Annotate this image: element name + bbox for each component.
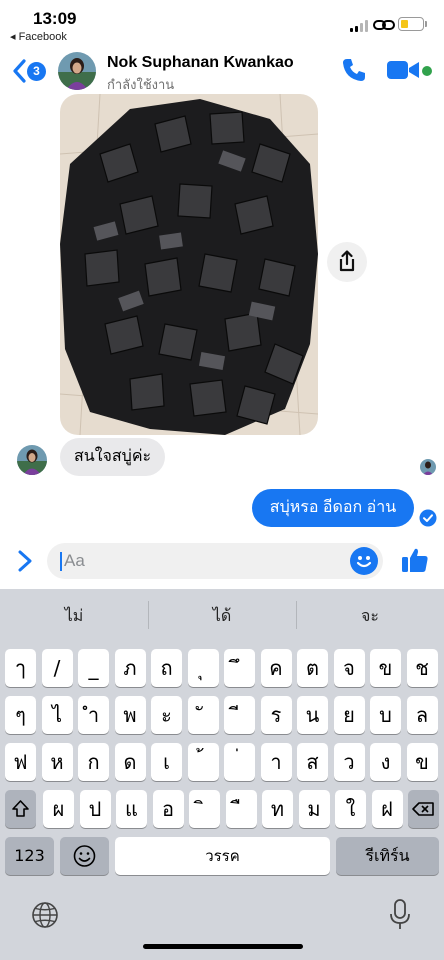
numbers-key[interactable]: 123 — [5, 837, 54, 875]
key-row4-6[interactable]: ื — [225, 790, 257, 828]
backspace-key[interactable] — [408, 790, 439, 828]
key-row3-7[interactable]: ่ — [224, 743, 255, 781]
key-row1-8[interactable]: ค — [260, 649, 292, 687]
key-row1-7[interactable]: ึ — [224, 649, 255, 687]
return-key[interactable]: รีเทิร์น — [336, 837, 439, 875]
key-row4-8[interactable]: ม — [298, 790, 330, 828]
key-row4-10[interactable]: ฝ — [371, 790, 403, 828]
suggestion-3[interactable]: จะ — [296, 597, 444, 637]
microphone-icon[interactable] — [388, 898, 412, 932]
online-indicator — [422, 66, 432, 76]
key-row2-8[interactable]: ร — [260, 696, 292, 734]
key-row1-4[interactable]: ภ — [114, 649, 146, 687]
key-row2-7[interactable]: ี — [224, 696, 255, 734]
key-row4-5[interactable]: ิ — [189, 790, 220, 828]
contact-name[interactable]: Nok Suphanan Kwankao — [107, 54, 294, 72]
backspace-icon — [412, 802, 434, 816]
key-row1-6[interactable]: ุ — [187, 649, 219, 687]
key-row1-9[interactable]: ต — [297, 649, 328, 687]
incoming-message[interactable]: สนใจสบู่ค่ะ — [60, 438, 166, 476]
unread-count-badge[interactable]: 3 — [27, 62, 46, 81]
shared-photo-boxes[interactable] — [60, 94, 318, 435]
outgoing-message[interactable]: สบุ่หรอ อีดอก อ่าน — [252, 489, 414, 527]
key-row2-1[interactable]: ๆ — [5, 696, 36, 734]
expand-actions-chevron-icon[interactable] — [14, 548, 36, 574]
phone-call-icon[interactable] — [340, 56, 368, 84]
delivered-check-icon — [419, 509, 437, 527]
video-call-icon[interactable] — [386, 58, 420, 82]
message-input[interactable]: Aa — [64, 543, 85, 579]
key-row1-3[interactable]: _ — [78, 649, 109, 687]
key-row3-10[interactable]: ว — [333, 743, 365, 781]
key-row2-10[interactable]: ย — [333, 696, 365, 734]
globe-icon[interactable] — [30, 900, 60, 930]
seen-receipt-avatar — [420, 459, 436, 475]
shift-key[interactable] — [5, 790, 36, 828]
active-status: กำลังใช้งาน — [107, 77, 175, 92]
key-row1-10[interactable]: จ — [333, 649, 365, 687]
key-row2-2[interactable]: ไ — [41, 696, 73, 734]
smiley-icon — [356, 556, 372, 568]
key-row4-1[interactable]: ผ — [43, 790, 74, 828]
key-row2-9[interactable]: น — [297, 696, 328, 734]
emoji-button[interactable] — [350, 547, 378, 575]
key-row2-6[interactable]: ั — [187, 696, 219, 734]
key-row4-7[interactable]: ท — [262, 790, 293, 828]
home-indicator — [143, 944, 303, 949]
contact-avatar[interactable] — [58, 52, 96, 90]
battery-icon — [398, 17, 424, 31]
message-composer[interactable]: Aa — [47, 543, 383, 579]
key-row3-4[interactable]: ด — [114, 743, 146, 781]
back-to-facebook-link[interactable]: ◂ Facebook — [10, 30, 67, 43]
key-row3-5[interactable]: เ — [151, 743, 182, 781]
key-row3-2[interactable]: ห — [41, 743, 73, 781]
battery-cap — [425, 21, 427, 27]
text-caret — [60, 552, 62, 571]
sender-avatar[interactable] — [17, 445, 47, 475]
suggestion-2[interactable]: ได้ — [148, 597, 296, 637]
emoji-keyboard-key[interactable] — [60, 837, 109, 875]
key-row2-11[interactable]: บ — [370, 696, 401, 734]
cellular-signal-icon — [350, 20, 370, 32]
status-time: 13:09 — [33, 9, 77, 28]
personal-hotspot-icon — [373, 20, 395, 30]
key-row4-2[interactable]: ป — [79, 790, 111, 828]
key-row2-5[interactable]: ะ — [151, 696, 182, 734]
share-button[interactable] — [327, 242, 367, 282]
key-row3-11[interactable]: ง — [370, 743, 401, 781]
status-bar: 13:09 ◂ Facebook — [0, 0, 444, 46]
shift-arrow-icon — [12, 800, 29, 817]
key-row2-4[interactable]: พ — [114, 696, 146, 734]
share-icon — [339, 250, 355, 272]
key-row3-6[interactable]: ้ — [187, 743, 219, 781]
key-row3-8[interactable]: า — [260, 743, 292, 781]
key-row3-3[interactable]: ก — [78, 743, 109, 781]
suggestion-1[interactable]: ไม่ — [0, 597, 148, 637]
key-row1-5[interactable]: ถ — [151, 649, 182, 687]
key-row4-3[interactable]: แ — [116, 790, 147, 828]
thai-keyboard: ไม่ ได้ จะ ๅ/_ภถุึคตจขชๆไำพะัีรนยบลฟหกดเ… — [0, 589, 444, 960]
key-row1-11[interactable]: ข — [370, 649, 401, 687]
key-row2-3[interactable]: ำ — [78, 696, 109, 734]
key-row3-1[interactable]: ฟ — [5, 743, 36, 781]
key-row3-12[interactable]: ข — [406, 743, 438, 781]
space-key[interactable]: วรรค — [115, 837, 330, 875]
emoji-keyboard-icon — [73, 845, 96, 867]
key-row3-9[interactable]: ส — [297, 743, 328, 781]
key-row4-9[interactable]: ใ — [335, 790, 366, 828]
key-row1-12[interactable]: ช — [406, 649, 438, 687]
key-row4-4[interactable]: อ — [152, 790, 184, 828]
key-row1-1[interactable]: ๅ — [5, 649, 36, 687]
thumbs-up-like-icon[interactable] — [400, 545, 430, 575]
key-row2-12[interactable]: ล — [406, 696, 438, 734]
key-row1-2[interactable]: / — [41, 649, 73, 687]
